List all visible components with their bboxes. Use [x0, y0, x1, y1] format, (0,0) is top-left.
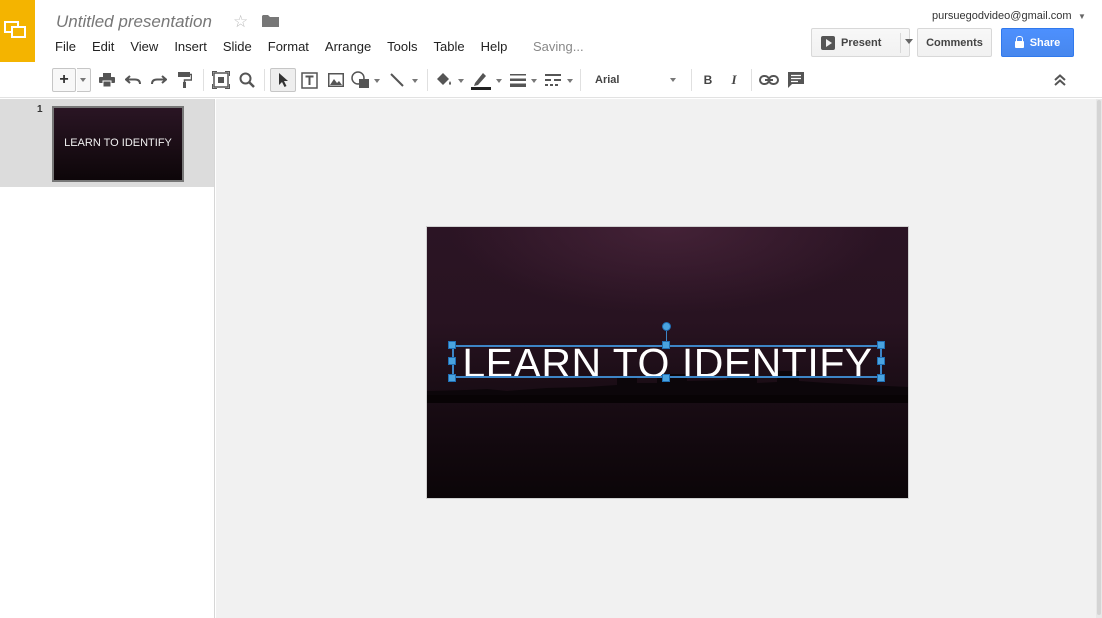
select-arrow-icon[interactable] [270, 68, 296, 92]
font-select-value: Arial [595, 74, 620, 86]
italic-icon[interactable]: I [726, 68, 742, 92]
filmstrip-slide[interactable]: 1 LEARN TO IDENTIFY [0, 99, 214, 187]
play-icon [821, 35, 835, 50]
menu-arrange[interactable]: Arrange [317, 38, 379, 56]
menu-insert[interactable]: Insert [166, 38, 215, 56]
slide[interactable]: LEARN TO IDENTIFY [427, 227, 908, 498]
header: Untitled presentation ☆ File Edit View I… [0, 0, 1102, 62]
zoom-fit-icon[interactable] [211, 68, 231, 92]
slides-logo-icon[interactable] [0, 0, 35, 62]
account-email[interactable]: pursuegodvideo@gmail.com [932, 10, 1072, 22]
resize-handle-bottom-left[interactable] [448, 374, 456, 382]
collapse-icon[interactable] [1051, 68, 1069, 92]
paint-format-icon[interactable] [176, 68, 194, 92]
filmstrip: 1 LEARN TO IDENTIFY [0, 99, 215, 618]
resize-handle-top-left[interactable] [448, 341, 456, 349]
fill-color-icon[interactable] [434, 68, 456, 92]
shape-dropdown-icon[interactable] [374, 79, 380, 83]
present-dropdown-icon[interactable] [905, 39, 913, 44]
resize-handle-top[interactable] [662, 341, 670, 349]
toolbar-separator [264, 69, 265, 91]
resize-handle-right[interactable] [877, 357, 885, 365]
save-status: Saving... [533, 39, 584, 54]
document-title[interactable]: Untitled presentation [56, 12, 212, 32]
toolbar-separator [203, 69, 204, 91]
menu-view[interactable]: View [122, 38, 166, 56]
new-slide-dropdown[interactable] [77, 68, 91, 92]
scrollbar[interactable] [1097, 100, 1101, 615]
resize-handle-top-right[interactable] [877, 341, 885, 349]
toolbar-separator [580, 69, 581, 91]
present-label: Present [841, 36, 882, 49]
menu-help[interactable]: Help [473, 38, 516, 56]
menu-slide[interactable]: Slide [215, 38, 260, 56]
zoom-icon[interactable] [238, 68, 256, 92]
redo-icon[interactable] [150, 68, 168, 92]
border-color-dropdown-icon[interactable] [496, 79, 502, 83]
comment-icon[interactable] [786, 68, 806, 92]
menu-bar: File Edit View Insert Slide Format Arran… [47, 38, 515, 56]
rotate-handle[interactable] [662, 322, 671, 331]
toolbar: + Arial B I [0, 62, 1102, 98]
line-icon[interactable] [387, 68, 407, 92]
comments-button[interactable]: Comments [917, 28, 992, 57]
line-dropdown-icon[interactable] [412, 79, 418, 83]
present-divider [900, 33, 901, 53]
text-box-icon[interactable] [299, 68, 319, 92]
border-weight-dropdown-icon[interactable] [531, 79, 537, 83]
resize-handle-bottom-right[interactable] [877, 374, 885, 382]
border-color-icon[interactable] [469, 68, 493, 92]
font-dropdown-icon [670, 78, 676, 82]
fill-dropdown-icon[interactable] [458, 79, 464, 83]
lock-icon [1014, 36, 1024, 48]
border-weight-icon[interactable] [508, 68, 528, 92]
font-select[interactable]: Arial [588, 68, 685, 92]
menu-edit[interactable]: Edit [84, 38, 122, 56]
border-dash-dropdown-icon[interactable] [567, 79, 573, 83]
menu-format[interactable]: Format [260, 38, 317, 56]
slide-canvas: LEARN TO IDENTIFY [216, 99, 1098, 618]
link-icon[interactable] [758, 68, 780, 92]
print-icon[interactable] [98, 68, 116, 92]
slide-thumbnail[interactable]: LEARN TO IDENTIFY [52, 106, 184, 182]
menu-tools[interactable]: Tools [379, 38, 425, 56]
menu-file[interactable]: File [47, 38, 84, 56]
bold-icon[interactable]: B [700, 68, 716, 92]
slide-thumbnail-title: LEARN TO IDENTIFY [64, 137, 172, 149]
slide-number: 1 [37, 104, 43, 115]
menu-table[interactable]: Table [426, 38, 473, 56]
toolbar-separator [751, 69, 752, 91]
shape-icon[interactable] [350, 68, 372, 92]
border-dash-icon[interactable] [543, 68, 563, 92]
star-icon[interactable]: ☆ [233, 12, 248, 32]
share-button[interactable]: Share [1001, 28, 1074, 57]
resize-handle-left[interactable] [448, 357, 456, 365]
toolbar-separator [691, 69, 692, 91]
image-icon[interactable] [326, 68, 346, 92]
present-button[interactable]: Present [811, 28, 913, 57]
undo-icon[interactable] [124, 68, 142, 92]
account-dropdown-icon[interactable]: ▼ [1078, 10, 1086, 24]
share-label: Share [1029, 36, 1061, 49]
resize-handle-bottom[interactable] [662, 374, 670, 382]
new-slide-button[interactable]: + [52, 68, 76, 92]
toolbar-separator [427, 69, 428, 91]
folder-icon[interactable] [262, 14, 279, 33]
